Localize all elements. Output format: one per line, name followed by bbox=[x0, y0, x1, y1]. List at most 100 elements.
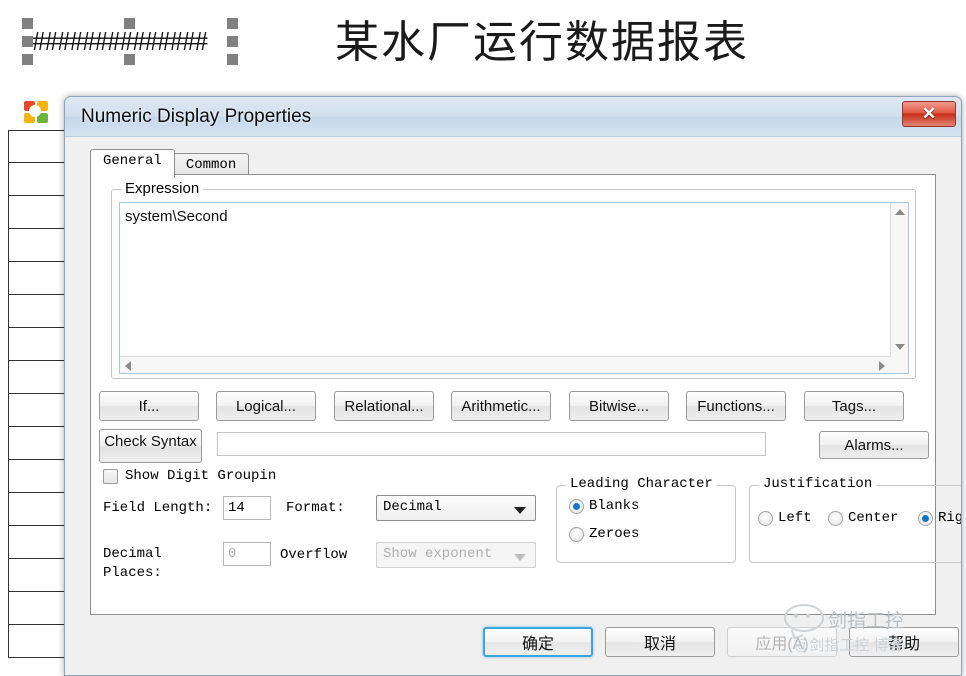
leading-character-option-blanks[interactable]: Blanks bbox=[569, 498, 639, 514]
dialog-footer: 确定 取消 应用(A) 帮助 bbox=[65, 617, 961, 675]
scroll-up-arrow-icon[interactable] bbox=[895, 209, 905, 215]
help-button[interactable]: 帮助 bbox=[849, 627, 959, 657]
spreadsheet-row[interactable] bbox=[8, 526, 68, 559]
radio-blanks[interactable] bbox=[569, 498, 584, 514]
cancel-button[interactable]: 取消 bbox=[605, 627, 715, 657]
spreadsheet-row[interactable] bbox=[8, 460, 68, 493]
justification-option-center[interactable]: Center bbox=[828, 510, 898, 526]
resize-handle-top-right[interactable] bbox=[227, 18, 238, 29]
expression-group-label: Expression bbox=[121, 180, 204, 197]
leading-character-label: Leading Character bbox=[566, 476, 717, 492]
format-select[interactable]: Decimal bbox=[376, 495, 536, 521]
show-digit-grouping-label: Show Digit Groupin bbox=[125, 468, 277, 484]
close-button[interactable]: ✕ bbox=[902, 101, 956, 127]
alarms-button[interactable]: Alarms... bbox=[819, 431, 929, 459]
chevron-down-icon bbox=[514, 507, 526, 514]
resize-handle-top-center[interactable] bbox=[124, 18, 135, 29]
scroll-right-arrow-icon[interactable] bbox=[879, 361, 885, 371]
operator-button-functions[interactable]: Functions... bbox=[686, 391, 786, 421]
leading-character-option-zeroes[interactable]: Zeroes bbox=[569, 526, 639, 542]
overflow-select[interactable]: Show exponent bbox=[376, 542, 536, 568]
selected-cell-object[interactable]: ############## bbox=[22, 18, 238, 65]
format-value: Decimal bbox=[383, 499, 442, 515]
expression-group: Expression system\Second bbox=[111, 180, 916, 379]
resize-handle-bottom-center[interactable] bbox=[124, 54, 135, 65]
resize-handle-middle-left[interactable] bbox=[22, 36, 33, 47]
spreadsheet-row[interactable] bbox=[8, 262, 68, 295]
format-label: Format: bbox=[286, 500, 345, 516]
scrollbar-corner bbox=[890, 356, 908, 373]
decimal-places-input[interactable]: 0 bbox=[223, 542, 271, 566]
justification-group: Justification Left Center Right bbox=[749, 476, 961, 563]
spreadsheet-row[interactable] bbox=[8, 229, 68, 262]
tab-strip: General Common bbox=[90, 149, 250, 179]
expression-vertical-scrollbar[interactable] bbox=[890, 203, 908, 356]
decimal-places-label-line2: Places: bbox=[103, 565, 162, 581]
justification-option-left[interactable]: Left bbox=[758, 510, 812, 526]
spreadsheet-row[interactable] bbox=[8, 493, 68, 526]
selected-cell-text: ############## bbox=[32, 26, 208, 56]
expression-horizontal-scrollbar[interactable] bbox=[120, 356, 890, 373]
resize-handle-top-left[interactable] bbox=[22, 18, 33, 29]
show-digit-grouping-row[interactable]: Show Digit Groupin bbox=[103, 468, 276, 484]
radio-right-label: Right bbox=[938, 510, 961, 526]
radio-blanks-label: Blanks bbox=[589, 498, 640, 514]
check-syntax-button[interactable]: Check Syntax bbox=[99, 429, 202, 463]
screen-root: 某水厂运行数据报表 ############## Numeric Display… bbox=[0, 0, 966, 676]
dialog-title-bar[interactable]: Numeric Display Properties ✕ bbox=[65, 97, 961, 137]
tab-page-general: Expression system\Second If... Logical..… bbox=[90, 174, 961, 615]
field-length-input[interactable]: 14 bbox=[223, 496, 271, 520]
spreadsheet-row[interactable] bbox=[8, 361, 68, 394]
show-digit-grouping-checkbox[interactable] bbox=[103, 468, 118, 484]
scroll-left-arrow-icon[interactable] bbox=[125, 361, 131, 371]
expression-textarea[interactable]: system\Second bbox=[119, 202, 909, 374]
radio-zeroes[interactable] bbox=[569, 526, 584, 542]
operator-button-row: If... Logical... Relational... Arithmetic..… bbox=[99, 391, 929, 421]
dialog-body: GeneralCommon Expression system\Second bbox=[65, 137, 961, 675]
tab-general[interactable]: General bbox=[90, 149, 175, 178]
radio-center-label: Center bbox=[848, 510, 899, 526]
dialog-title: Numeric Display Properties bbox=[81, 106, 312, 127]
resize-handle-bottom-right[interactable] bbox=[227, 54, 238, 65]
operator-button-relational[interactable]: Relational... bbox=[334, 391, 434, 421]
overflow-label: Overflow bbox=[280, 547, 348, 563]
radio-right[interactable] bbox=[918, 510, 933, 526]
spreadsheet-row[interactable] bbox=[8, 328, 68, 361]
radio-left[interactable] bbox=[758, 510, 773, 526]
justification-label: Justification bbox=[759, 476, 877, 492]
apply-button[interactable]: 应用(A) bbox=[727, 627, 837, 657]
expression-value: system\Second bbox=[125, 208, 228, 225]
decimal-places-label-line1: Decimal bbox=[103, 546, 162, 562]
check-syntax-row: Check Syntax Alarms... bbox=[99, 429, 929, 463]
overflow-value: Show exponent bbox=[383, 546, 493, 562]
operator-button-tags[interactable]: Tags... bbox=[804, 391, 904, 421]
chevron-down-icon-overflow bbox=[514, 554, 526, 561]
radio-zeroes-label: Zeroes bbox=[589, 526, 640, 542]
ok-button[interactable]: 确定 bbox=[483, 627, 593, 657]
resize-handle-bottom-left[interactable] bbox=[22, 54, 33, 65]
report-title: 某水厂运行数据报表 bbox=[335, 18, 749, 67]
leading-character-group: Leading Character Blanks Zeroes bbox=[556, 476, 736, 563]
scroll-down-arrow-icon[interactable] bbox=[895, 344, 905, 350]
operator-button-if[interactable]: If... bbox=[99, 391, 199, 421]
numeric-display-properties-dialog: Numeric Display Properties ✕ General Comm… bbox=[64, 96, 962, 676]
spreadsheet-row[interactable] bbox=[8, 295, 68, 328]
spreadsheet-row[interactable] bbox=[8, 427, 68, 460]
radio-center[interactable] bbox=[828, 510, 843, 526]
spreadsheet-row[interactable] bbox=[8, 163, 68, 196]
spreadsheet-row[interactable] bbox=[8, 394, 68, 427]
field-length-label: Field Length: bbox=[103, 500, 213, 516]
spreadsheet-row[interactable] bbox=[8, 625, 68, 658]
format-options-area: Show Digit Groupin Field Length: 14 Form… bbox=[101, 468, 961, 608]
spreadsheet-row[interactable] bbox=[8, 196, 68, 229]
spreadsheet-row-grid[interactable] bbox=[8, 130, 68, 658]
spreadsheet-row[interactable] bbox=[8, 559, 68, 592]
spreadsheet-row[interactable] bbox=[8, 592, 68, 625]
justification-option-right[interactable]: Right bbox=[918, 510, 961, 526]
syntax-result-field[interactable] bbox=[217, 432, 766, 456]
operator-button-bitwise[interactable]: Bitwise... bbox=[569, 391, 669, 421]
operator-button-logical[interactable]: Logical... bbox=[216, 391, 316, 421]
radio-left-label: Left bbox=[778, 510, 812, 526]
operator-button-arithmetic[interactable]: Arithmetic... bbox=[451, 391, 551, 421]
resize-handle-middle-right[interactable] bbox=[227, 36, 238, 47]
